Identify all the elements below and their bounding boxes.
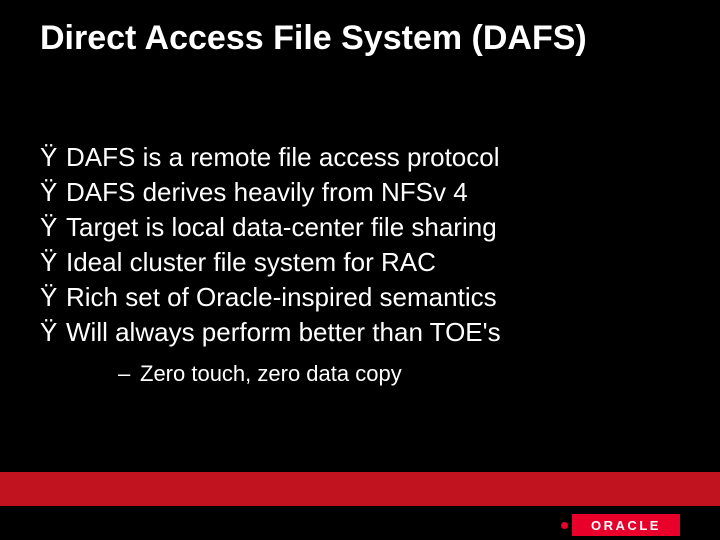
bullet-text: Ideal cluster file system for RAC: [66, 247, 436, 277]
bullet-item: ŸTarget is local data-center file sharin…: [40, 210, 680, 245]
sub-bullet-item: –Zero touch, zero data copy: [118, 361, 680, 387]
bullet-text: Rich set of Oracle-inspired semantics: [66, 282, 497, 312]
bullet-mark: Ÿ: [40, 315, 66, 350]
sub-bullet-text: Zero touch, zero data copy: [140, 361, 402, 386]
slide-body: ŸDAFS is a remote file access protocol Ÿ…: [40, 140, 680, 387]
oracle-logo: ORACLE: [561, 514, 680, 536]
bullet-mark: Ÿ: [40, 140, 66, 175]
bullet-mark: Ÿ: [40, 280, 66, 315]
bullet-text: Target is local data-center file sharing: [66, 212, 497, 242]
logo-text: ORACLE: [572, 514, 680, 536]
bullet-text: Will always perform better than TOE's: [66, 317, 501, 347]
bullet-text: DAFS derives heavily from NFSv 4: [66, 177, 468, 207]
bullet-item: ŸRich set of Oracle-inspired semantics: [40, 280, 680, 315]
slide-title: Direct Access File System (DAFS): [40, 18, 680, 58]
bullet-item: ŸDAFS derives heavily from NFSv 4: [40, 175, 680, 210]
bullet-mark: Ÿ: [40, 245, 66, 280]
bullet-mark: Ÿ: [40, 210, 66, 245]
footer-bar: [0, 472, 720, 506]
bullet-item: ŸWill always perform better than TOE's: [40, 315, 680, 350]
sub-bullet-dash: –: [118, 361, 140, 387]
bullet-item: ŸDAFS is a remote file access protocol: [40, 140, 680, 175]
bullet-text: DAFS is a remote file access protocol: [66, 142, 500, 172]
slide: Direct Access File System (DAFS) ŸDAFS i…: [0, 0, 720, 540]
bullet-mark: Ÿ: [40, 175, 66, 210]
logo-dot-icon: [561, 522, 568, 529]
bullet-item: ŸIdeal cluster file system for RAC: [40, 245, 680, 280]
